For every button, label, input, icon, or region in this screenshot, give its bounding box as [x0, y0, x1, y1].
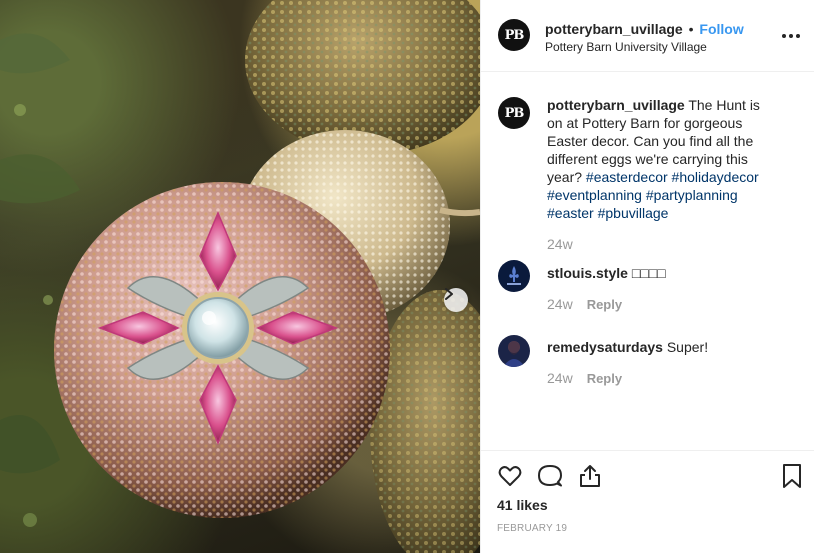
caption-timestamp[interactable]: 24w: [547, 236, 573, 252]
fleur-de-lis-icon: [498, 260, 530, 292]
header-separator: •: [688, 21, 694, 37]
bookmark-icon[interactable]: [779, 463, 805, 489]
post-date[interactable]: FEBRUARY 19: [497, 523, 567, 534]
comment-body: □□□□: [631, 265, 666, 281]
hashtag-link[interactable]: #pbuvillage: [598, 205, 669, 221]
comment-username[interactable]: remedysaturdays: [547, 339, 663, 355]
heart-icon[interactable]: [497, 463, 523, 489]
post-actions: 41 likes FEBRUARY 19: [481, 450, 814, 553]
more-options-icon[interactable]: [781, 28, 801, 44]
comment-username[interactable]: stlouis.style: [547, 265, 628, 281]
header-line: potterybarn_uvillage • Follow: [545, 20, 744, 38]
header-username[interactable]: potterybarn_uvillage: [545, 21, 683, 37]
commenter-avatar[interactable]: [498, 260, 530, 292]
header-text: potterybarn_uvillage • Follow Pottery Ba…: [545, 20, 744, 55]
comment-timestamp[interactable]: 24w: [547, 370, 573, 386]
comment-text: remedysaturdays Super!: [547, 338, 779, 356]
comment-text: stlouis.style □□□□: [547, 264, 779, 282]
caption-text: potterybarn_uvillage The Hunt is on at P…: [547, 96, 779, 222]
account-avatar[interactable]: PB: [498, 19, 530, 51]
commenter-avatar[interactable]: [498, 335, 530, 367]
header-location[interactable]: Pottery Barn University Village: [545, 39, 744, 55]
comments-section: PB potterybarn_uvillage The Hunt is on a…: [481, 73, 814, 450]
caption-avatar[interactable]: PB: [498, 97, 530, 129]
hashtag-link[interactable]: #partyplanning: [646, 187, 738, 203]
comment-meta: 24w Reply: [547, 296, 622, 312]
post-photo[interactable]: [0, 0, 480, 553]
avatar-initials: PB: [504, 105, 525, 121]
chevron-right-icon: [445, 288, 453, 300]
avatar-initials: PB: [504, 27, 525, 43]
hashtag-link[interactable]: #holidaydecor: [672, 169, 759, 185]
post-sidebar: PB potterybarn_uvillage • Follow Pottery…: [480, 0, 814, 553]
easter-egg-illustration: [0, 0, 480, 553]
comment-icon[interactable]: [537, 463, 563, 489]
comment-body: Super!: [666, 339, 709, 355]
follow-button[interactable]: Follow: [699, 21, 743, 37]
reply-button[interactable]: Reply: [587, 297, 622, 312]
share-icon[interactable]: [577, 463, 603, 489]
user-photo-icon: [498, 335, 530, 367]
hashtag-link[interactable]: #eventplanning: [547, 187, 642, 203]
post-header: PB potterybarn_uvillage • Follow Pottery…: [481, 0, 814, 72]
caption-username[interactable]: potterybarn_uvillage: [547, 97, 685, 113]
likes-count[interactable]: 41 likes: [497, 497, 548, 513]
hashtag-link[interactable]: #easter: [547, 205, 594, 221]
next-photo-button[interactable]: [444, 288, 468, 312]
comment-meta: 24w Reply: [547, 370, 622, 386]
hashtag-link[interactable]: #easterdecor: [586, 169, 668, 185]
comment-timestamp[interactable]: 24w: [547, 296, 573, 312]
reply-button[interactable]: Reply: [587, 371, 622, 386]
